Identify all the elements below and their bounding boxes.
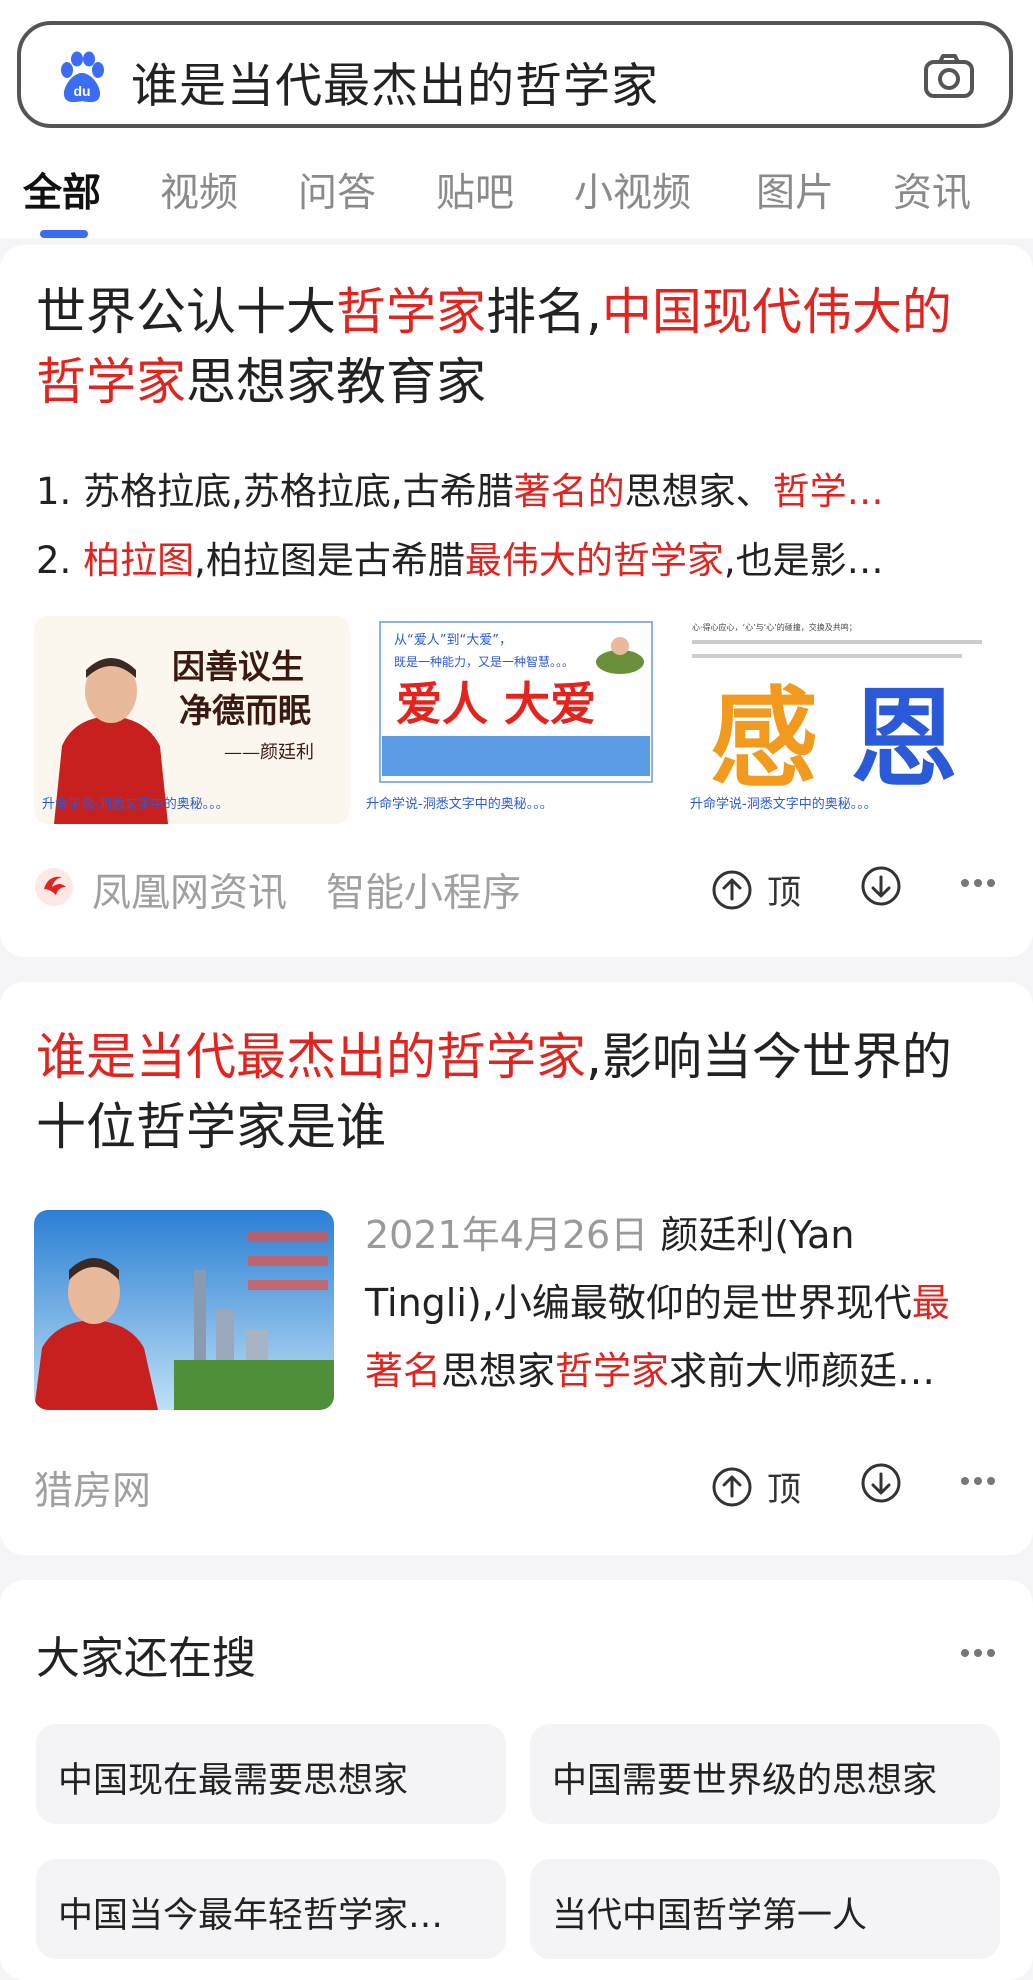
snippet-segment: 思想家 bbox=[441, 1349, 556, 1393]
snippet-highlight: 最伟大的哲学家 bbox=[464, 539, 724, 582]
portrait-image: 因善议生 净德而眠 ——颜廷利 升命学说-洞悉文字中的奥秘。。。 bbox=[34, 616, 350, 824]
related-searches-card: 大家还在搜 中国现在最需要思想家 中国需要世界级的思想家 中国当今最年轻哲学家…… bbox=[0, 1580, 1033, 1980]
result-image[interactable]: 心·得心应心，‘心’与‘心’的碰撞，交换及共鸣； 感 恩 升命学说-洞悉文字中的… bbox=[682, 616, 1000, 824]
result-title[interactable]: 谁是当代最杰出的哲学家,影响当今世界的十位哲学家是谁 bbox=[36, 1022, 996, 1162]
arrow-down-circle-icon[interactable] bbox=[860, 865, 902, 907]
arrow-up-circle-icon bbox=[712, 870, 752, 909]
snippet-segment: 求前大师颜廷… bbox=[669, 1349, 936, 1393]
upvote-label: 顶 bbox=[767, 1470, 801, 1510]
result-card[interactable]: 谁是当代最杰出的哲学家,影响当今世界的十位哲学家是谁 2021年4月26日 颜廷… bbox=[0, 982, 1033, 1555]
tab-bar: 全部 视频 问答 贴吧 小视频 图片 资讯 bbox=[0, 150, 1033, 238]
active-tab-indicator bbox=[40, 230, 88, 238]
snippet-line: Tingli),小编最敬仰的是世界现代最 bbox=[365, 1272, 950, 1327]
tab-news[interactable]: 资讯 bbox=[893, 162, 971, 218]
image-caption: 升命学说-洞悉文字中的奥秘。。。 bbox=[690, 796, 877, 812]
image-caption: 升命学说-洞悉文字中的奥秘。。。 bbox=[366, 796, 553, 812]
upvote-button[interactable]: 顶 bbox=[711, 865, 801, 914]
more-icon[interactable] bbox=[960, 1648, 996, 1658]
baidu-paw-icon: du bbox=[61, 51, 104, 103]
snippet-highlight: 著名 bbox=[365, 1349, 442, 1393]
result-date: 2021年4月26日 bbox=[365, 1213, 649, 1257]
more-icon[interactable] bbox=[960, 878, 996, 888]
result-title[interactable]: 世界公认十大哲学家排名,中国现代伟大的哲学家思想家教育家 bbox=[36, 277, 996, 417]
tab-qa[interactable]: 问答 bbox=[298, 162, 376, 218]
title-highlight: 哲学家 bbox=[336, 283, 486, 341]
arrow-up-circle-icon bbox=[712, 1467, 752, 1506]
related-search-item[interactable]: 当代中国哲学第一人 bbox=[530, 1859, 1000, 1959]
snippet-segment: 2. bbox=[36, 539, 84, 582]
tab-all[interactable]: 全部 bbox=[23, 162, 101, 218]
snippet-highlight: 哲学… bbox=[772, 470, 884, 513]
image-text: 因善议生 bbox=[172, 647, 304, 686]
image-strip: 因善议生 净德而眠 ——颜廷利 升命学说-洞悉文字中的奥秘。。。 从“爱人”到“… bbox=[34, 616, 1000, 824]
image-text: 爱人 大爱 bbox=[396, 677, 596, 731]
tab-short-video[interactable]: 小视频 bbox=[574, 162, 691, 218]
result-image[interactable] bbox=[34, 1210, 334, 1410]
image-text: 心·得心应心，‘心’与‘心’的碰撞，交换及共鸣； bbox=[692, 622, 857, 632]
result-image[interactable]: 因善议生 净德而眠 ——颜廷利 升命学说-洞悉文字中的奥秘。。。 bbox=[34, 616, 350, 824]
related-title: 大家还在搜 bbox=[36, 1633, 256, 1684]
arrow-down-circle-icon[interactable] bbox=[860, 1462, 902, 1504]
result-image[interactable]: 从“爱人”到“大爱”， 既是一种能力，又是一种智慧。。。 爱人 大爱 升命学说-… bbox=[358, 616, 674, 824]
love-image: 从“爱人”到“大爱”， 既是一种能力，又是一种智慧。。。 爱人 大爱 升命学说-… bbox=[358, 616, 674, 824]
portrait-city-image bbox=[34, 1210, 334, 1410]
more-icon[interactable] bbox=[960, 1476, 996, 1486]
image-text: 从“爱人”到“大爱”， bbox=[394, 633, 512, 648]
related-search-label: 当代中国哲学第一人 bbox=[552, 1896, 868, 1936]
upvote-label: 顶 bbox=[767, 873, 801, 913]
image-caption: 升命学说-洞悉文字中的奥秘。。。 bbox=[42, 796, 229, 812]
top-bar: du 谁是当代最杰出的哲学家 全部 视频 问答 贴吧 小视频 图片 资讯 bbox=[0, 0, 1033, 238]
search-query[interactable]: 谁是当代最杰出的哲学家 bbox=[131, 47, 659, 116]
camera-icon[interactable] bbox=[923, 53, 975, 99]
gratitude-image: 心·得心应心，‘心’与‘心’的碰撞，交换及共鸣； 感 恩 升命学说-洞悉文字中的… bbox=[682, 616, 1000, 824]
ifeng-logo-icon bbox=[35, 868, 73, 906]
snippet-line: 2021年4月26日 颜廷利(Yan bbox=[365, 1204, 855, 1259]
snippet-line: 2. 柏拉图,柏拉图是古希腊最伟大的哲学家,也是影… bbox=[36, 530, 884, 584]
snippet-segment: 1. 苏格拉底,苏格拉底,古希腊 bbox=[36, 470, 514, 513]
snippet-highlight: 哲学家 bbox=[555, 1349, 670, 1393]
snippet-segment: 颜廷利(Yan bbox=[660, 1213, 855, 1257]
source-name[interactable]: 猎房网 bbox=[34, 1460, 151, 1516]
snippet-segment: ,柏拉图是古希腊 bbox=[194, 539, 465, 582]
tab-images[interactable]: 图片 bbox=[756, 162, 834, 218]
image-text: 净德而眠 bbox=[179, 691, 311, 730]
result-card[interactable]: 世界公认十大哲学家排名,中国现代伟大的哲学家思想家教育家 1. 苏格拉底,苏格拉… bbox=[0, 245, 1033, 957]
snippet-line: 著名思想家哲学家求前大师颜廷… bbox=[365, 1340, 935, 1395]
title-segment: 思想家教育家 bbox=[186, 353, 486, 411]
image-text: 感 bbox=[710, 677, 818, 802]
title-segment: 排名, bbox=[486, 283, 602, 341]
related-search-item[interactable]: 中国现在最需要思想家 bbox=[36, 1724, 506, 1824]
snippet-segment: ,也是影… bbox=[723, 539, 884, 582]
related-search-label: 中国需要世界级的思想家 bbox=[552, 1761, 938, 1801]
related-search-label: 中国当今最年轻哲学家… bbox=[58, 1896, 444, 1936]
snippet-highlight: 最 bbox=[911, 1281, 950, 1325]
snippet-segment: 思想家、 bbox=[624, 470, 773, 513]
source-name[interactable]: 凤凰网资讯 bbox=[92, 862, 287, 918]
svg-text:du: du bbox=[73, 83, 90, 99]
upvote-button[interactable]: 顶 bbox=[711, 1462, 801, 1511]
search-box[interactable]: du 谁是当代最杰出的哲学家 bbox=[17, 21, 1013, 128]
image-text: ——颜廷利 bbox=[224, 742, 314, 763]
related-search-label: 中国现在最需要思想家 bbox=[58, 1761, 409, 1801]
image-text: 既是一种能力，又是一种智慧。。。 bbox=[394, 654, 574, 669]
related-search-item[interactable]: 中国需要世界级的思想家 bbox=[530, 1724, 1000, 1824]
snippet-highlight: 柏拉图 bbox=[83, 539, 195, 582]
tab-tieba[interactable]: 贴吧 bbox=[436, 162, 514, 218]
snippet-highlight: 著名的 bbox=[513, 470, 625, 513]
tab-video[interactable]: 视频 bbox=[160, 162, 238, 218]
title-segment: 世界公认十大 bbox=[36, 283, 336, 341]
image-text: 恩 bbox=[850, 677, 958, 802]
source-tag: 智能小程序 bbox=[326, 871, 522, 916]
title-highlight: 谁是当代最杰出的哲学家 bbox=[36, 1028, 586, 1086]
snippet-line: 1. 苏格拉底,苏格拉底,古希腊著名的思想家、哲学… bbox=[36, 461, 884, 515]
snippet-segment: Tingli),小编最敬仰的是世界现代 bbox=[365, 1281, 912, 1325]
related-search-item[interactable]: 中国当今最年轻哲学家… bbox=[36, 1859, 506, 1959]
